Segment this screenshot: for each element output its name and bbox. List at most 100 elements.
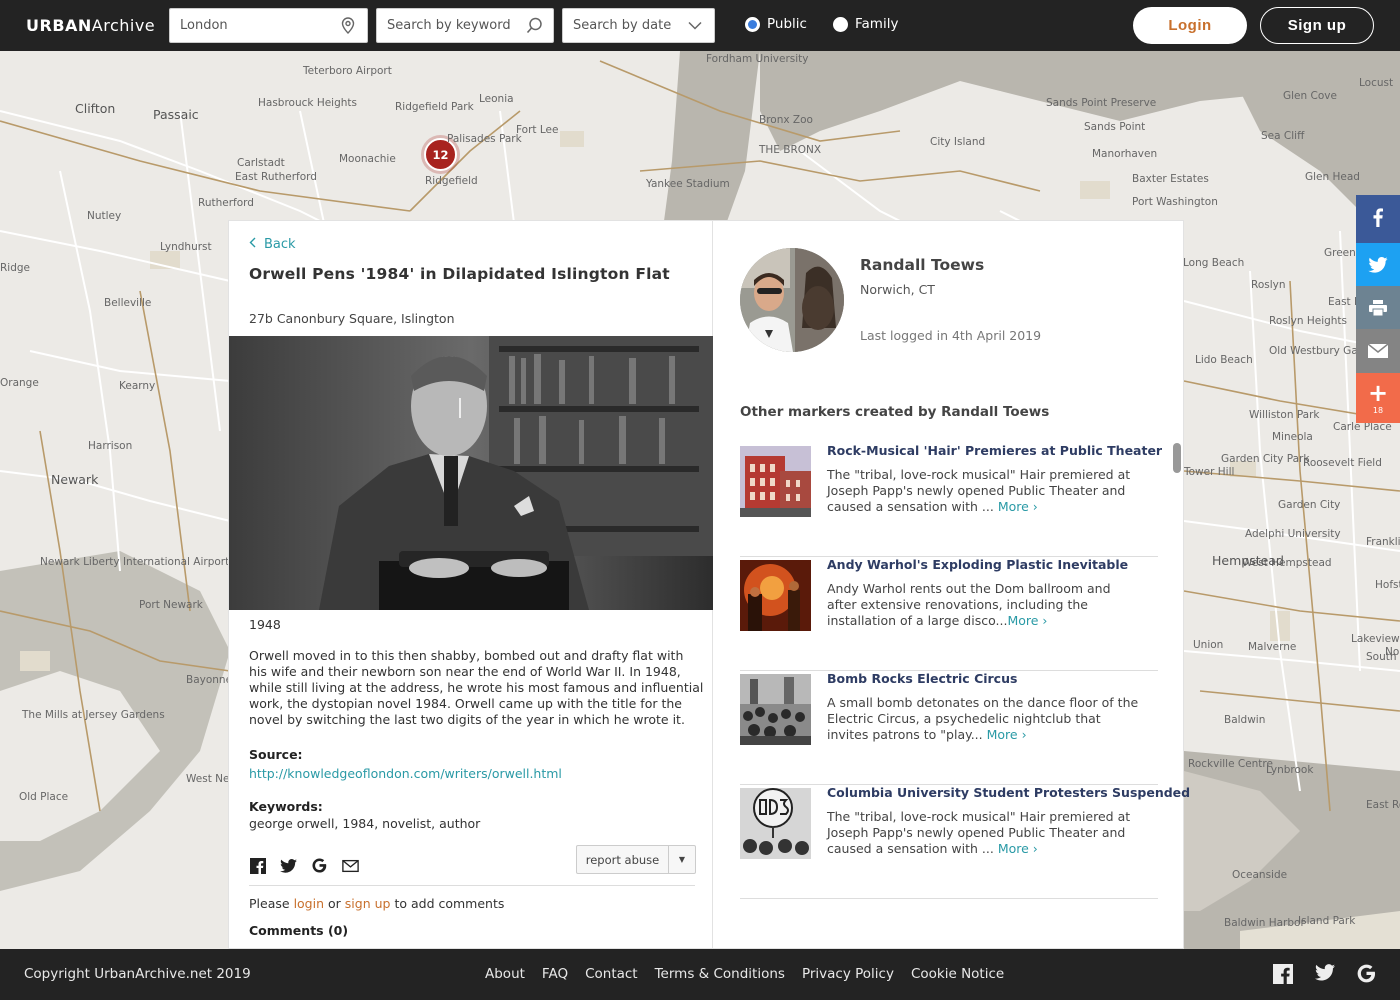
facebook-icon[interactable] bbox=[1273, 964, 1293, 988]
report-abuse-button[interactable]: report abuse bbox=[577, 846, 669, 873]
map-place-label: Malverne bbox=[1248, 641, 1297, 653]
marker-thumbnail[interactable] bbox=[740, 560, 811, 631]
marker-title-link[interactable]: Rock-Musical 'Hair' Premieres at Public … bbox=[827, 443, 1162, 458]
map-place-label: Bronx Zoo bbox=[759, 114, 813, 126]
map-place-label: Fordham University bbox=[706, 53, 809, 65]
marker-thumbnail[interactable] bbox=[740, 446, 811, 517]
report-abuse-dropdown[interactable]: report abuse ▼ bbox=[576, 845, 696, 874]
radio-public-indicator[interactable] bbox=[745, 16, 760, 32]
caret-down-icon[interactable]: ▼ bbox=[669, 846, 695, 873]
footer-link-contact[interactable]: Contact bbox=[585, 966, 638, 982]
facebook-icon[interactable] bbox=[249, 857, 266, 874]
list-item[interactable]: Rock-Musical 'Hair' Premieres at Public … bbox=[740, 443, 1162, 557]
google-icon[interactable] bbox=[1357, 964, 1376, 988]
marker-excerpt: The "tribal, love-rock musical" Hair pre… bbox=[827, 467, 1131, 514]
twitter-icon bbox=[1368, 257, 1388, 277]
footer-link-faq[interactable]: FAQ bbox=[542, 966, 568, 982]
share-twitter-button[interactable] bbox=[1356, 243, 1400, 291]
scrollbar-thumb[interactable] bbox=[1173, 443, 1181, 473]
map-place-label: Tower Hill bbox=[1184, 466, 1235, 478]
map-place-label: Baldwin bbox=[1224, 714, 1266, 726]
comment-signup-link[interactable]: sign up bbox=[345, 896, 391, 911]
more-link[interactable]: More › bbox=[998, 841, 1038, 856]
map-place-label: Lakeview bbox=[1351, 633, 1400, 645]
search-icon[interactable] bbox=[525, 17, 543, 35]
map-place-label: Locust bbox=[1359, 77, 1394, 89]
map-place-label: Mineola bbox=[1272, 431, 1313, 443]
map-place-label: Ridge bbox=[0, 262, 31, 274]
radio-public-label: Public bbox=[767, 16, 807, 32]
keyword-search-input[interactable]: Search by keyword bbox=[376, 8, 554, 43]
map-place-label: Baxter Estates bbox=[1132, 173, 1209, 185]
map-place-label: Glen Cove bbox=[1283, 90, 1337, 102]
user-location: Norwich, CT bbox=[860, 282, 935, 297]
user-profile: Randall Toews Norwich, CT Last logged in… bbox=[714, 221, 1190, 948]
chevron-left-icon bbox=[249, 237, 256, 252]
marker-title-link[interactable]: Columbia University Student Protesters S… bbox=[827, 785, 1190, 800]
marker-description: Orwell moved in to this then shabby, bom… bbox=[249, 648, 704, 727]
map-place-label: Union bbox=[1193, 639, 1224, 651]
list-item[interactable]: Andy Warhol's Exploding Plastic Inevitab… bbox=[740, 557, 1158, 671]
map-place-label: THE BRONX bbox=[759, 144, 822, 156]
keywords-label: Keywords: bbox=[249, 799, 323, 814]
map-place-label: City Island bbox=[930, 136, 986, 148]
map-place-label: Roslyn bbox=[1251, 279, 1286, 291]
footer-link-privacy[interactable]: Privacy Policy bbox=[802, 966, 894, 982]
twitter-icon[interactable] bbox=[280, 857, 297, 874]
comment-login-link[interactable]: login bbox=[294, 896, 324, 911]
twitter-icon[interactable] bbox=[1315, 964, 1335, 988]
avatar[interactable] bbox=[740, 248, 844, 352]
footer-link-about[interactable]: About bbox=[485, 966, 525, 982]
marker-year: 1948 bbox=[249, 617, 281, 632]
footer: Copyright UrbanArchive.net 2019 About FA… bbox=[0, 949, 1400, 1000]
keywords-value: george orwell, 1984, novelist, author bbox=[249, 816, 481, 831]
map-place-label: Williston Park bbox=[1249, 409, 1320, 421]
marker-thumbnail[interactable] bbox=[740, 674, 811, 745]
map-place-label: Oceanside bbox=[1232, 869, 1288, 881]
marker-excerpt: Andy Warhol rents out the Dom ballroom a… bbox=[827, 581, 1111, 628]
back-link[interactable]: Back bbox=[249, 237, 296, 252]
print-button[interactable] bbox=[1356, 286, 1400, 334]
marker-excerpt: A small bomb detonates on the dance floo… bbox=[827, 695, 1139, 742]
map-place-label: Sea Cliff bbox=[1261, 130, 1305, 142]
map-place-label: Port Washington bbox=[1132, 196, 1218, 208]
logo[interactable]: URBANArchive bbox=[26, 16, 155, 35]
map-place-label: Lido Beach bbox=[1195, 354, 1253, 366]
login-button[interactable]: Login bbox=[1133, 7, 1247, 44]
marker-title-link[interactable]: Bomb Rocks Electric Circus bbox=[827, 671, 1017, 686]
source-link[interactable]: http://knowledgeoflondon.com/writers/orw… bbox=[249, 766, 562, 781]
map-place-label: Ridgefield Park bbox=[395, 101, 474, 113]
email-icon bbox=[1367, 343, 1389, 362]
email-icon[interactable] bbox=[342, 857, 359, 874]
marker-photo[interactable] bbox=[229, 336, 713, 610]
footer-link-terms[interactable]: Terms & Conditions bbox=[655, 966, 785, 982]
radio-family[interactable]: Family bbox=[833, 16, 898, 32]
date-search-select[interactable]: Search by date bbox=[562, 8, 715, 43]
list-item[interactable]: Columbia University Student Protesters S… bbox=[740, 785, 1190, 899]
other-markers-list: Rock-Musical 'Hair' Premieres at Public … bbox=[740, 443, 1190, 899]
radio-public[interactable]: Public bbox=[745, 16, 807, 32]
signup-button[interactable]: Sign up bbox=[1260, 7, 1374, 44]
share-more-button[interactable]: + 18 bbox=[1356, 373, 1400, 423]
map-place-label: Adelphi University bbox=[1245, 528, 1341, 540]
date-placeholder: Search by date bbox=[573, 18, 672, 33]
footer-social-icons bbox=[1273, 964, 1376, 988]
more-link[interactable]: More › bbox=[998, 499, 1038, 514]
top-bar: URBANArchive London Search by keyword Se… bbox=[0, 0, 1400, 51]
google-icon[interactable] bbox=[311, 857, 328, 874]
more-link[interactable]: More › bbox=[1007, 613, 1047, 628]
list-item[interactable]: Bomb Rocks Electric Circus A small bomb … bbox=[740, 671, 1158, 785]
user-name[interactable]: Randall Toews bbox=[860, 256, 984, 274]
marker-detail-panel: Back Orwell Pens '1984' in Dilapidated I… bbox=[228, 220, 1190, 949]
marker-title-link[interactable]: Andy Warhol's Exploding Plastic Inevitab… bbox=[827, 557, 1128, 572]
map-place-label: Moonachie bbox=[339, 153, 396, 165]
footer-link-cookie[interactable]: Cookie Notice bbox=[911, 966, 1004, 982]
map-pin-icon bbox=[339, 17, 357, 35]
radio-family-indicator[interactable] bbox=[833, 16, 848, 32]
share-facebook-button[interactable] bbox=[1356, 195, 1400, 243]
location-input[interactable]: London bbox=[169, 8, 368, 43]
marker-thumbnail[interactable] bbox=[740, 788, 811, 859]
share-email-button[interactable] bbox=[1356, 329, 1400, 377]
share-icons bbox=[249, 857, 359, 874]
more-link[interactable]: More › bbox=[987, 727, 1027, 742]
